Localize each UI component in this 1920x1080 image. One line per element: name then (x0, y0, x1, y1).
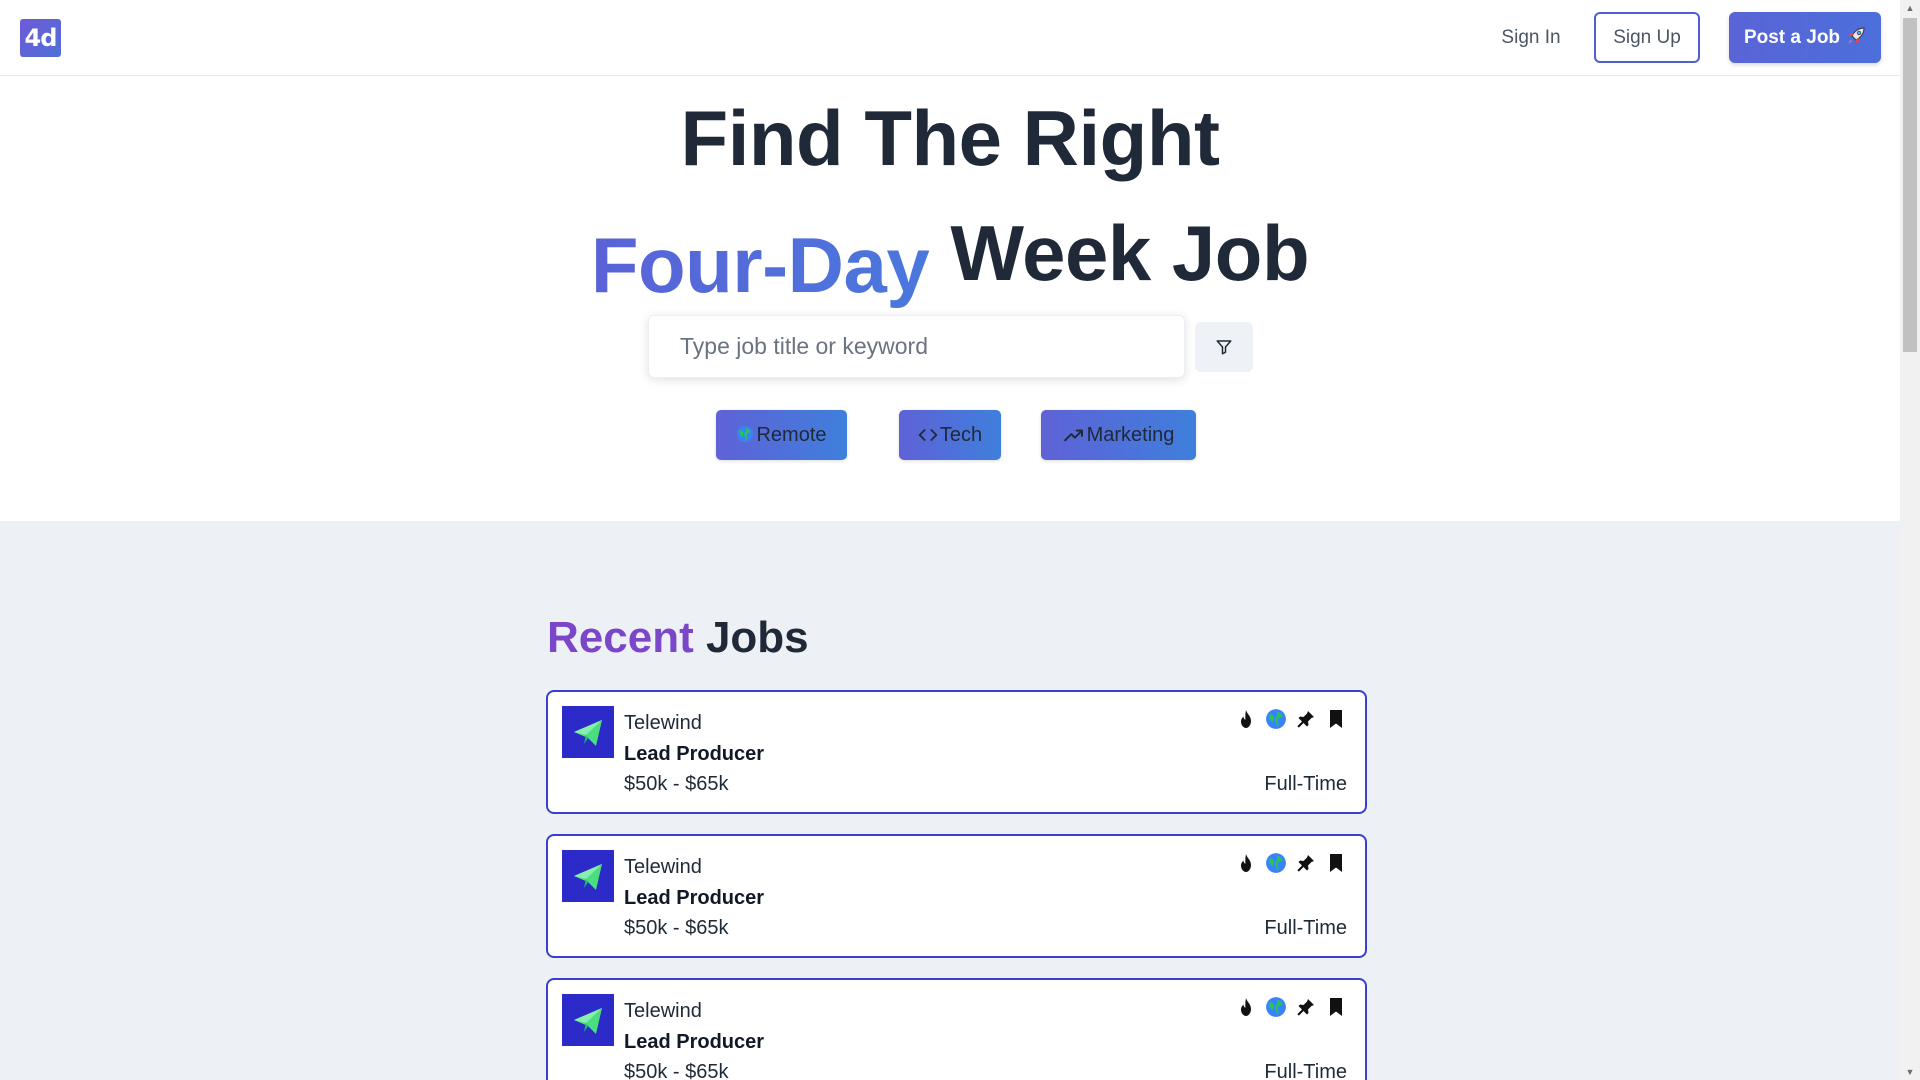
scroll-down-arrow-icon[interactable]: ▼ (1900, 1064, 1920, 1080)
pin-icon[interactable] (1295, 708, 1317, 730)
tag-tech[interactable]: Tech (899, 410, 1001, 460)
fire-icon (1235, 852, 1257, 874)
company-name: Telewind (624, 856, 702, 878)
company-logo (562, 994, 614, 1046)
job-type: Full-Time (1264, 917, 1347, 939)
company-name: Telewind (624, 712, 702, 734)
tag-marketing-label: Marketing (1086, 424, 1175, 446)
post-job-label: Post a Job (1743, 27, 1841, 48)
globe-icon (1265, 708, 1287, 730)
tag-tech-label: Tech (939, 424, 983, 446)
section-title-rest: Jobs (705, 613, 809, 662)
pin-icon[interactable] (1295, 852, 1317, 874)
scroll-up-arrow-icon[interactable]: ▲ (1900, 0, 1920, 16)
section-title-accent: Recent (547, 613, 694, 662)
salary: $50k - $65k (624, 917, 729, 939)
sign-up-button[interactable]: Sign Up (1594, 12, 1700, 63)
bookmark-icon[interactable] (1325, 708, 1347, 730)
search-input[interactable] (649, 316, 1184, 377)
search-box (648, 315, 1185, 378)
job-card[interactable]: Telewind Lead Producer $50k - $65k Full-… (546, 978, 1367, 1080)
job-badges (1235, 852, 1347, 874)
fire-icon (1235, 996, 1257, 1018)
pin-icon[interactable] (1295, 996, 1317, 1018)
globe-icon (1265, 996, 1287, 1018)
code-icon (918, 412, 938, 462)
bookmark-icon[interactable] (1325, 852, 1347, 874)
scroll-thumb[interactable] (1903, 18, 1917, 352)
job-card[interactable]: Telewind Lead Producer $50k - $65k Full-… (546, 834, 1367, 958)
company-logo (562, 706, 614, 758)
job-card[interactable]: Telewind Lead Producer $50k - $65k Full-… (546, 690, 1367, 814)
post-job-button[interactable]: Post a Job (1729, 12, 1881, 63)
hero-title-rest: Week Job (950, 209, 1310, 297)
filter-icon (1216, 340, 1232, 355)
company-logo (562, 850, 614, 902)
top-nav: 4d Sign In Sign Up Post a Job (0, 0, 1900, 76)
filter-button[interactable] (1195, 322, 1253, 372)
salary: $50k - $65k (624, 773, 729, 795)
hero-title-line1: Find The Right (680, 94, 1220, 182)
logo[interactable]: 4d (20, 19, 61, 57)
job-title: Lead Producer (624, 743, 765, 765)
hero-title-accent: Four-Day (591, 219, 930, 313)
job-title: Lead Producer (624, 1031, 765, 1053)
rocket-icon (1846, 15, 1866, 44)
job-type: Full-Time (1264, 1061, 1347, 1080)
scrollbar[interactable]: ▲ ▼ (1900, 0, 1920, 1080)
bookmark-icon[interactable] (1325, 996, 1347, 1018)
tag-marketing[interactable]: Marketing (1041, 410, 1196, 460)
globe-icon (1265, 852, 1287, 874)
hero-title-line2: Four-Day Week Job (0, 207, 1900, 309)
job-badges (1235, 708, 1347, 730)
job-type: Full-Time (1264, 773, 1347, 795)
salary: $50k - $65k (624, 1061, 729, 1080)
section-title: Recent Jobs (547, 612, 809, 665)
tag-remote[interactable]: Remote (716, 410, 847, 460)
trending-up-icon (1063, 412, 1085, 462)
recent-jobs-section: Recent Jobs Telewind Lead Producer $50k … (0, 521, 1900, 1080)
job-badges (1235, 996, 1347, 1018)
job-title: Lead Producer (624, 887, 765, 909)
tag-remote-label: Remote (756, 424, 827, 446)
company-name: Telewind (624, 1000, 702, 1022)
fire-icon (1235, 708, 1257, 730)
sign-in-link[interactable]: Sign In (1486, 24, 1576, 52)
globe-icon (736, 412, 754, 462)
